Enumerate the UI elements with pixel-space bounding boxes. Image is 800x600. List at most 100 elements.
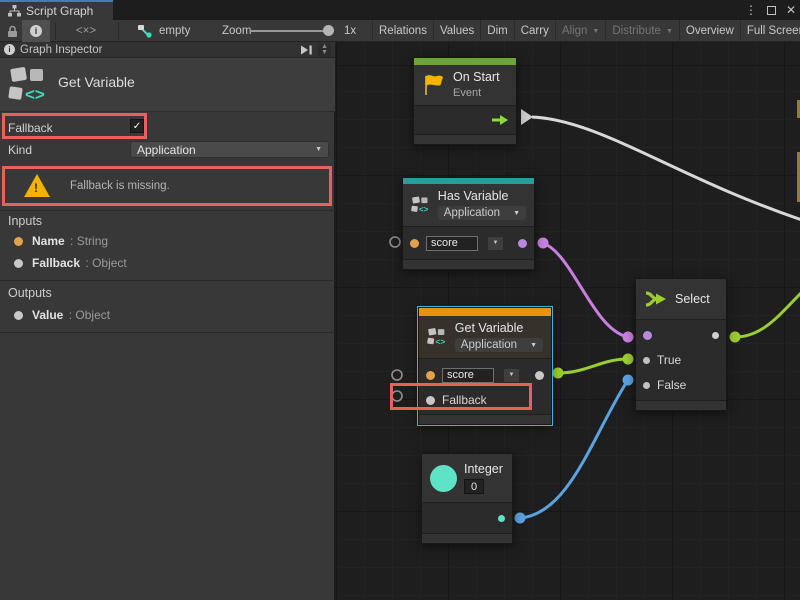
node-header: <> Get Variable Application ▼ xyxy=(419,316,551,359)
node-get-variable[interactable]: <> Get Variable Application ▼ score ▼ xyxy=(418,307,552,425)
script-graph-window: Script Graph ⋮ ✕ i <×> xyxy=(0,0,800,600)
relations-button[interactable]: Relations xyxy=(372,20,433,42)
flow-output-arrow-icon[interactable] xyxy=(491,114,509,126)
window-menu-icon[interactable]: ⋮ xyxy=(745,3,757,17)
graph-canvas[interactable]: On Start Event xyxy=(335,42,800,600)
zoom-label: Zoom xyxy=(222,20,251,42)
inspector-toggle-button[interactable]: i xyxy=(22,20,50,42)
graph-inspector-header: i Graph Inspector ▲ ▼ xyxy=(0,42,335,58)
kind-dropdown[interactable]: Application ▼ xyxy=(130,141,329,158)
input-port-condition[interactable] xyxy=(643,331,652,340)
info-icon: i xyxy=(30,25,42,37)
node-body: score ▼ xyxy=(403,227,534,259)
input-port-name[interactable] xyxy=(426,371,435,380)
overview-button[interactable]: Overview xyxy=(679,20,740,42)
flow-port-triangle xyxy=(521,109,533,125)
wire-endpoint xyxy=(538,238,549,249)
node-header: Integer 0 xyxy=(422,454,512,503)
warning-box: Fallback is missing. xyxy=(0,168,335,204)
variable-name-field[interactable]: score xyxy=(426,236,478,251)
code-view-button[interactable]: <×> xyxy=(62,20,110,42)
check-icon: ✓ xyxy=(133,121,141,132)
variable-picker-button[interactable]: ▼ xyxy=(487,236,504,251)
dock-panel-icon[interactable] xyxy=(300,44,313,56)
node-footer xyxy=(422,533,512,543)
node-header: <> Has Variable Application ▼ xyxy=(403,184,534,227)
input-port-name[interactable] xyxy=(410,239,419,248)
distribute-button[interactable]: Distribute ▼ xyxy=(605,20,679,42)
values-button[interactable]: Values xyxy=(433,20,480,42)
spin-down-icon[interactable]: ▼ xyxy=(321,50,328,56)
node-select[interactable]: Select True False xyxy=(635,278,727,411)
select-merge-icon xyxy=(644,289,668,309)
variable-picker-button[interactable]: ▼ xyxy=(503,368,520,383)
input-port-row: Fallback : Object xyxy=(14,256,127,270)
kind-dropdown[interactable]: Application ▼ xyxy=(438,206,526,220)
maximize-icon[interactable] xyxy=(767,6,776,15)
info-icon: i xyxy=(4,44,15,55)
align-button[interactable]: Align ▼ xyxy=(555,20,606,42)
close-icon[interactable]: ✕ xyxy=(786,3,796,17)
output-port-value[interactable] xyxy=(535,371,544,380)
toolbar-separator xyxy=(55,22,56,40)
fallback-port-label: Fallback xyxy=(442,393,487,407)
warning-icon xyxy=(24,174,50,197)
zoom-slider[interactable] xyxy=(250,20,332,42)
output-port-is-defined[interactable] xyxy=(518,239,527,248)
wire-get-variable-select xyxy=(558,359,628,373)
graph-reference[interactable]: empty xyxy=(138,20,190,42)
kind-dropdown[interactable]: Application ▼ xyxy=(455,338,543,352)
input-port-true[interactable] xyxy=(643,357,650,364)
inputs-heading: Inputs xyxy=(8,214,42,228)
graph-inspector-panel: i Graph Inspector ▲ ▼ <> Get Variable Fa… xyxy=(0,42,335,600)
graph-pointer-icon xyxy=(138,25,153,38)
code-icon: <×> xyxy=(76,25,96,37)
node-footer xyxy=(403,259,534,269)
fallback-field-label: Fallback xyxy=(8,121,53,135)
output-port-selection[interactable] xyxy=(712,332,719,339)
node-integer[interactable]: Integer 0 xyxy=(421,453,513,544)
dim-button[interactable]: Dim xyxy=(480,20,513,42)
variables-icon: <> xyxy=(411,192,431,218)
carry-button[interactable]: Carry xyxy=(514,20,555,42)
node-body: score ▼ Fallback xyxy=(419,359,551,414)
kind-field-label: Kind xyxy=(8,143,32,157)
chevron-down-icon: ▼ xyxy=(509,372,515,378)
tab-script-graph[interactable]: Script Graph xyxy=(0,0,113,20)
lock-button[interactable] xyxy=(0,20,24,42)
full-screen-button[interactable]: Full Screen xyxy=(740,20,800,42)
input-port-false[interactable] xyxy=(643,382,650,389)
node-on-start[interactable]: On Start Event xyxy=(413,57,517,145)
output-port-value[interactable] xyxy=(498,515,505,522)
node-title: On Start xyxy=(453,70,500,84)
unconnected-port-ring xyxy=(392,391,402,401)
node-title: Has Variable xyxy=(438,189,526,203)
tab-bar: Script Graph ⋮ ✕ xyxy=(0,0,800,20)
false-port-label: False xyxy=(657,378,686,392)
input-port-fallback[interactable] xyxy=(426,396,435,405)
tab-title: Script Graph xyxy=(26,4,93,18)
zoom-slider-track[interactable] xyxy=(250,30,332,32)
get-variable-colorbar xyxy=(419,308,551,316)
variables-icon: <> xyxy=(427,324,448,350)
integer-literal-icon xyxy=(430,465,457,492)
zoom-slider-thumb[interactable] xyxy=(323,25,334,36)
wire-select-output xyxy=(735,292,800,337)
variables-icon: <> xyxy=(8,66,50,104)
unconnected-port-ring xyxy=(390,237,400,247)
window-controls: ⋮ ✕ xyxy=(745,0,796,20)
outputs-heading: Outputs xyxy=(8,286,52,300)
integer-value-field[interactable]: 0 xyxy=(464,479,484,494)
panel-scroll-spinner[interactable]: ▲ ▼ xyxy=(318,43,331,57)
chevron-down-icon: ▼ xyxy=(513,210,520,217)
toolbar-separator xyxy=(118,22,119,40)
graph-hierarchy-icon xyxy=(8,5,21,17)
input-port-row: Name : String xyxy=(14,234,108,248)
svg-text:<>: <> xyxy=(25,85,45,104)
fallback-checkbox[interactable]: ✓ xyxy=(130,119,144,133)
node-header: On Start Event xyxy=(414,65,516,106)
chevron-down-icon: ▼ xyxy=(493,240,499,246)
variable-name-field[interactable]: score xyxy=(442,368,494,383)
node-has-variable[interactable]: <> Has Variable Application ▼ score ▼ xyxy=(402,177,535,270)
chevron-down-icon: ▼ xyxy=(530,342,537,349)
